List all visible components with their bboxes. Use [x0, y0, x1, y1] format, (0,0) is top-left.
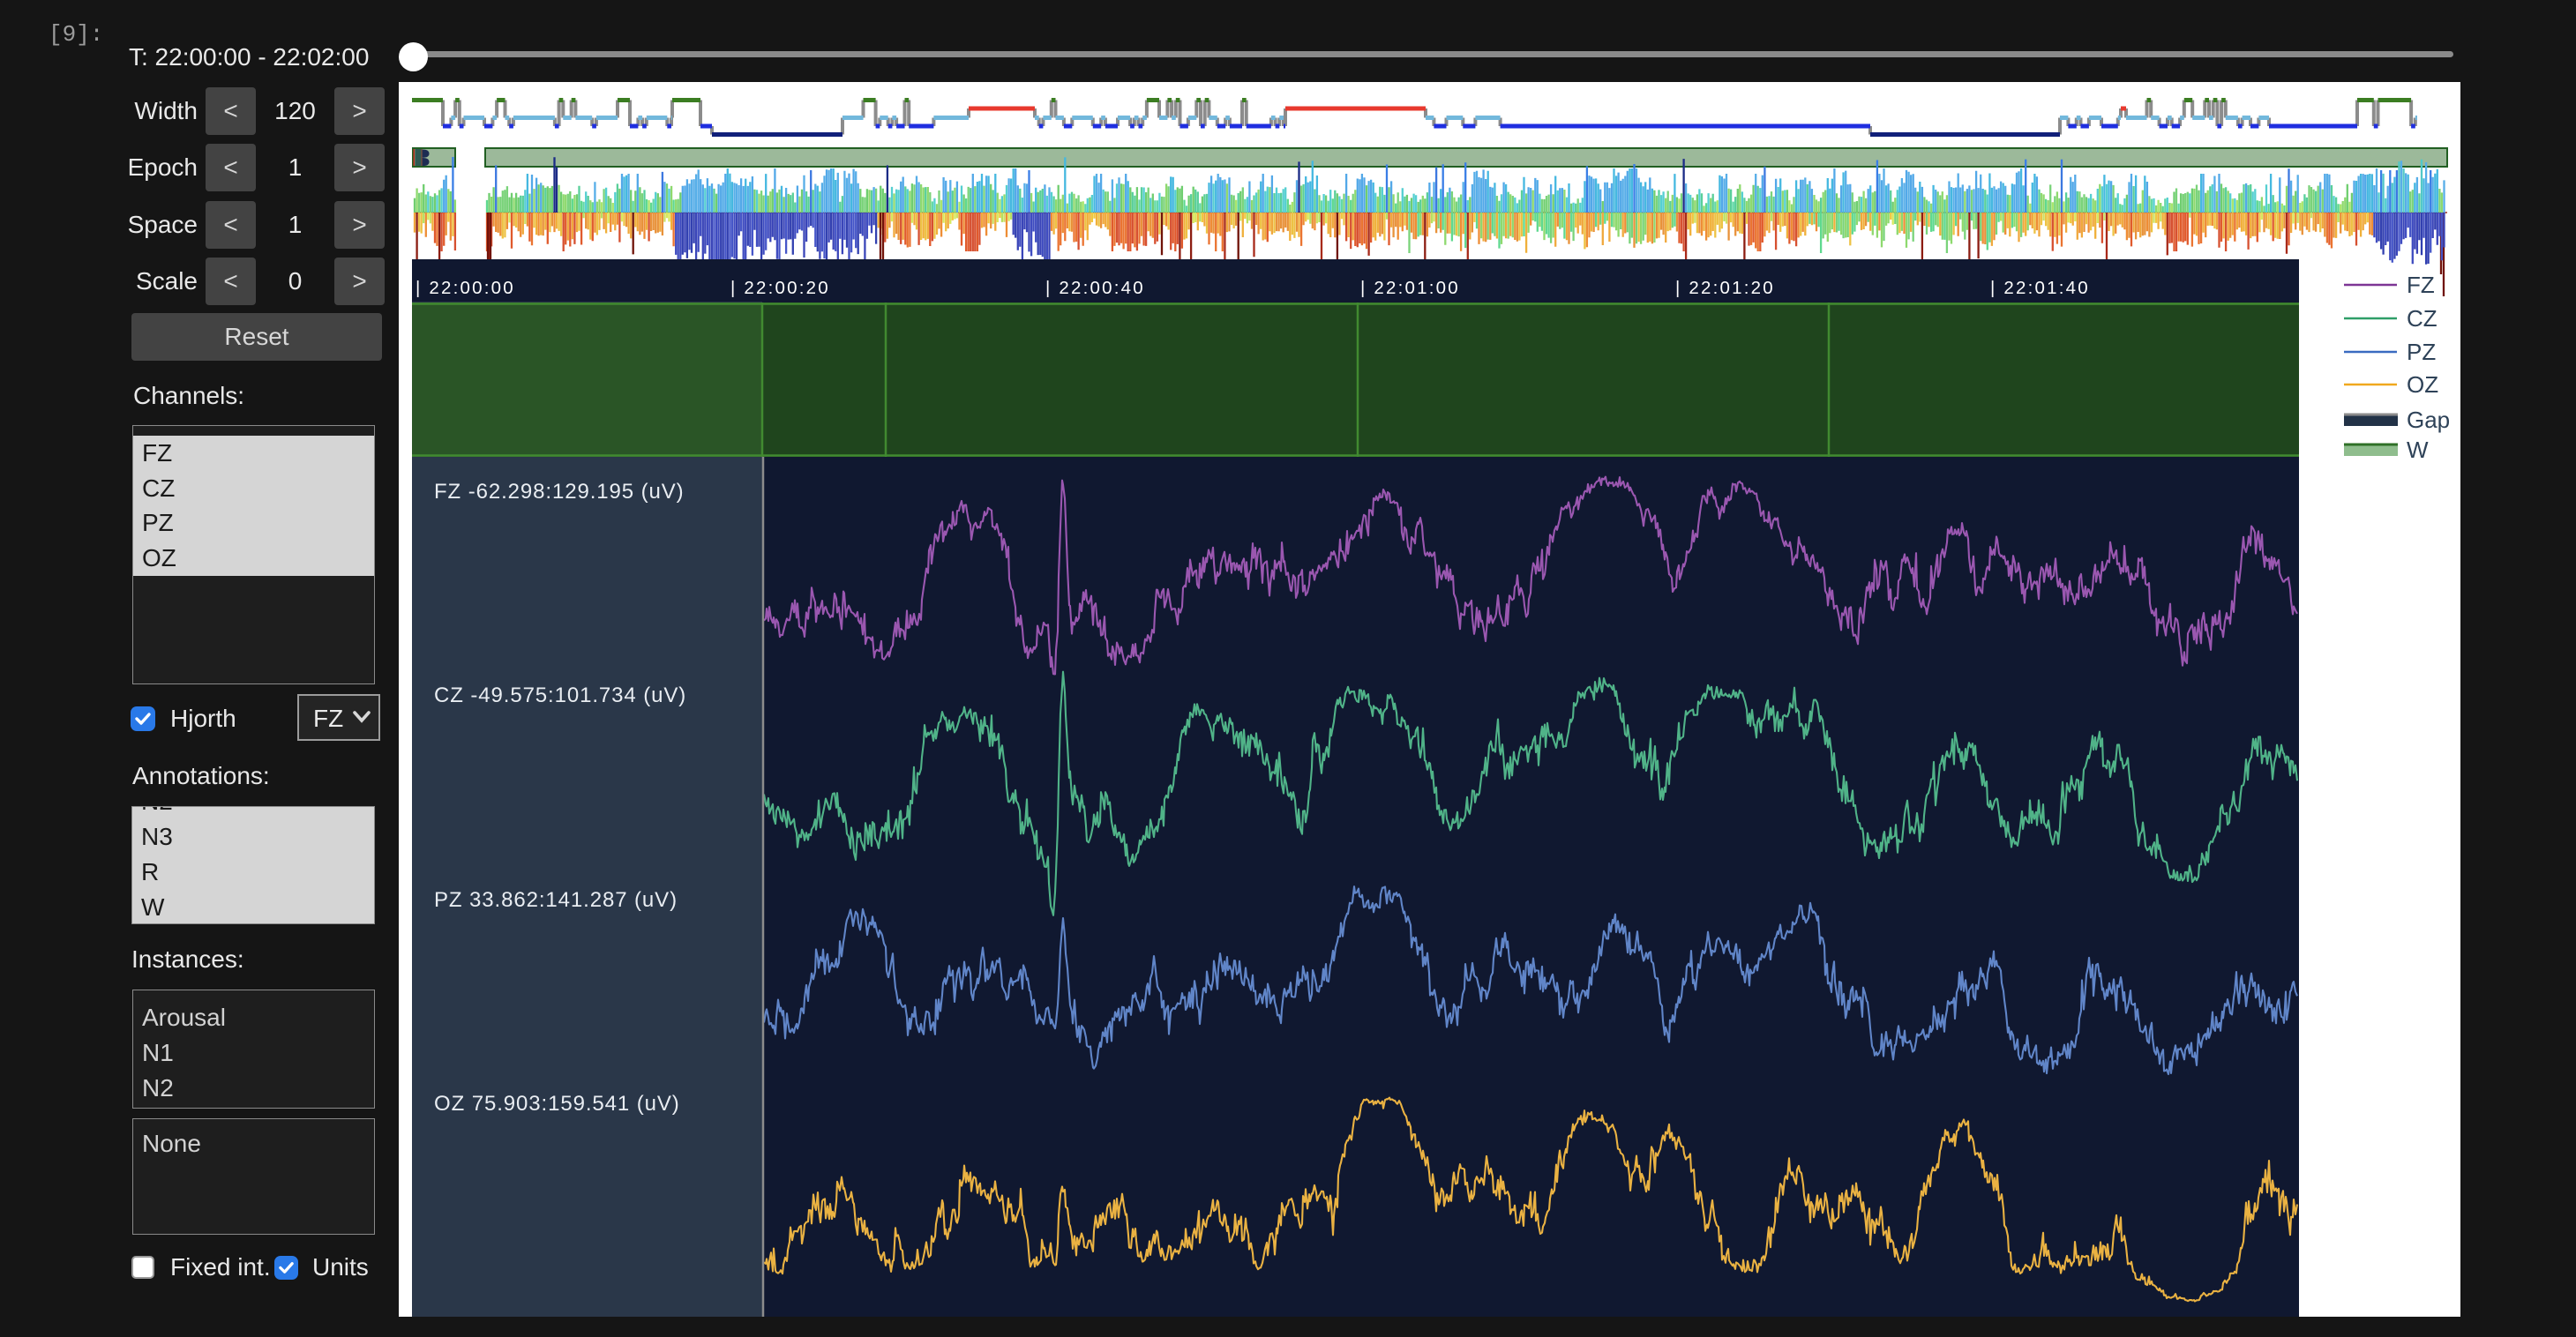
svg-text:OZ: OZ: [2407, 371, 2438, 398]
svg-text:FZ -62.298:129.195 (uV): FZ -62.298:129.195 (uV): [434, 480, 685, 504]
svg-text:| 22:00:00: | 22:00:00: [416, 278, 515, 298]
svg-text:| 22:01:00: | 22:01:00: [1360, 278, 1460, 298]
svg-text:PZ: PZ: [2407, 339, 2436, 365]
svg-text:FZ: FZ: [2407, 272, 2435, 298]
svg-text:OZ 75.903:159.541 (uV): OZ 75.903:159.541 (uV): [434, 1092, 680, 1116]
svg-text:CZ: CZ: [2407, 305, 2437, 332]
svg-text:| 22:01:40: | 22:01:40: [1990, 278, 2090, 298]
svg-text:W: W: [2407, 437, 2429, 463]
svg-text:| 22:00:40: | 22:00:40: [1045, 278, 1145, 298]
svg-text:PZ 33.862:141.287 (uV): PZ 33.862:141.287 (uV): [434, 888, 678, 912]
svg-text:| 22:00:20: | 22:00:20: [730, 278, 830, 298]
svg-text:| 22:01:20: | 22:01:20: [1675, 278, 1775, 298]
svg-text:CZ -49.575:101.734 (uV): CZ -49.575:101.734 (uV): [434, 683, 686, 707]
svg-text:Gap: Gap: [2407, 407, 2450, 433]
